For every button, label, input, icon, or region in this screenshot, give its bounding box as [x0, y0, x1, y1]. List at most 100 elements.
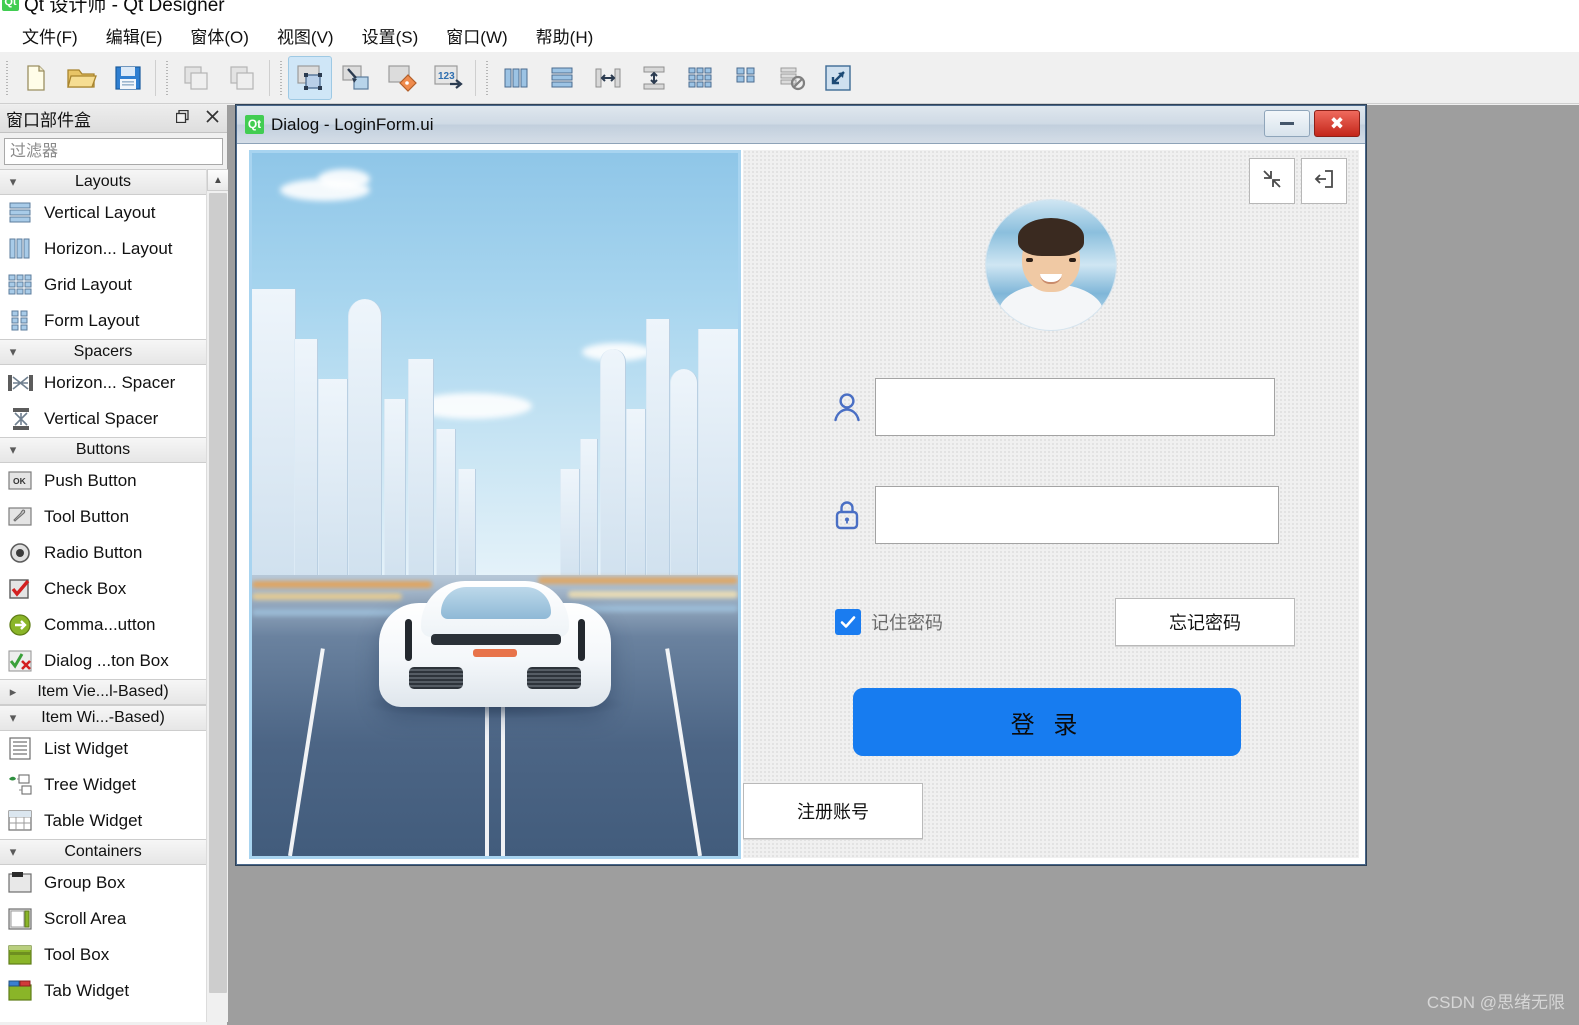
building-shape [252, 288, 296, 589]
layout-vertically-button[interactable] [540, 56, 584, 100]
scrollbar-thumb[interactable] [209, 193, 227, 993]
layout-form-button[interactable] [724, 56, 768, 100]
widget-item-radio-button[interactable]: Radio Button [0, 535, 206, 571]
password-input[interactable] [876, 487, 1278, 543]
menu-settings[interactable]: 设置(S) [348, 20, 433, 51]
minimize-tool-button[interactable] [1249, 158, 1295, 204]
widget-item-label: List Widget [44, 739, 129, 758]
break-layout-button[interactable] [770, 56, 814, 100]
forgot-password-button[interactable]: 忘记密码 [1115, 598, 1295, 646]
menu-form[interactable]: 窗体(O) [176, 20, 263, 51]
tab-widget-icon [6, 978, 36, 1004]
save-icon [113, 63, 143, 93]
dock-float-button[interactable] [171, 108, 193, 130]
edit-buddies-button[interactable] [380, 56, 424, 100]
push-button-icon: OK [6, 468, 36, 494]
widget-item-tab-widget[interactable]: Tab Widget [0, 973, 206, 1009]
widget-item-grid-layout[interactable]: Grid Layout [0, 267, 206, 303]
dock-close-button[interactable] [201, 108, 223, 130]
form-close-button[interactable]: ✖ [1314, 110, 1360, 137]
window-tool-buttons [1249, 158, 1347, 204]
menu-view[interactable]: 视图(V) [263, 20, 348, 51]
menu-edit[interactable]: 编辑(E) [92, 20, 177, 51]
copy-button[interactable] [174, 56, 218, 100]
widget-box-scrollbar[interactable]: ▲ [206, 169, 228, 1022]
widget-category-item-views[interactable]: ▸ Item Vie...l-Based) [0, 679, 206, 705]
scroll-up-arrow-icon[interactable]: ▲ [207, 169, 228, 191]
car-spoiler [431, 634, 561, 646]
widget-filter-box[interactable] [4, 138, 223, 165]
widget-item-check-box[interactable]: Check Box [0, 571, 206, 607]
edit-tab-order-button[interactable]: 123 [426, 56, 470, 100]
layout-grid-button[interactable] [678, 56, 722, 100]
widget-item-label: Table Widget [44, 811, 143, 830]
password-field[interactable] [875, 486, 1279, 544]
widget-item-vertical-layout[interactable]: Vertical Layout [0, 195, 206, 231]
widget-item-tool-box[interactable]: Tool Box [0, 937, 206, 973]
form-minimize-button[interactable] [1264, 110, 1310, 137]
widget-item-tool-button[interactable]: Tool Button [0, 499, 206, 535]
widget-item-group-box[interactable]: Group Box [0, 865, 206, 901]
login-button[interactable]: 登 录 [853, 688, 1241, 756]
qt-logo-icon: Qt [2, 0, 19, 11]
adjust-size-button[interactable] [816, 56, 860, 100]
building-shape [348, 298, 382, 589]
toolbar-grip-4[interactable] [483, 60, 491, 95]
toolbar-grip-2[interactable] [163, 60, 171, 95]
horizontal-layout-icon [6, 236, 36, 262]
car-grille [527, 667, 581, 690]
widget-item-dialog-button-box[interactable]: Dialog ...ton Box [0, 643, 206, 679]
widget-filter-input[interactable] [5, 139, 222, 164]
open-file-button[interactable] [60, 56, 104, 100]
menu-file[interactable]: 文件(F) [8, 20, 92, 51]
toolbar-grip-3[interactable] [277, 60, 285, 95]
widget-category-containers[interactable]: ▾ Containers [0, 839, 206, 865]
widget-category-spacers[interactable]: ▾ Spacers [0, 339, 206, 365]
widget-item-scroll-area[interactable]: Scroll Area [0, 901, 206, 937]
layout-splitter-horizontal-button[interactable] [586, 56, 630, 100]
car-grille [409, 667, 463, 690]
widget-item-label: Dialog ...ton Box [44, 651, 169, 670]
layout-splitter-vertical-button[interactable] [632, 56, 676, 100]
widget-item-horizontal-spacer[interactable]: Horizon... Spacer [0, 365, 206, 401]
widget-category-layouts[interactable]: ▾ Layouts [0, 169, 206, 195]
widget-item-table-widget[interactable]: Table Widget [0, 803, 206, 839]
widget-item-horizontal-layout[interactable]: Horizon... Layout [0, 231, 206, 267]
new-file-button[interactable] [14, 56, 58, 100]
widget-category-item-widgets[interactable]: ▾ Item Wi...-Based) [0, 705, 206, 731]
widget-item-label: Vertical Spacer [44, 409, 159, 428]
widget-item-tree-widget[interactable]: Tree Widget [0, 767, 206, 803]
widget-box-list: ▾ Layouts Vertical Layout Horizon... Lay… [0, 169, 206, 1022]
category-label: Buttons [75, 441, 131, 458]
remember-password-row[interactable]: 记住密码 [835, 609, 943, 635]
collapse-arrows-icon [1261, 168, 1283, 195]
edit-widgets-button[interactable] [288, 55, 332, 100]
widget-item-push-button[interactable]: OK Push Button [0, 463, 206, 499]
widget-item-label: Tree Widget [44, 775, 136, 794]
menu-window[interactable]: 窗口(W) [432, 20, 521, 51]
widget-item-label: Comma...utton [44, 615, 156, 634]
layout-grid-icon [685, 63, 715, 93]
widget-item-vertical-spacer[interactable]: Vertical Spacer [0, 401, 206, 437]
qt-designer-window: Qt Qt 设计师 - Qt Designer 文件(F) 编辑(E) 窗体(O… [0, 0, 1579, 1025]
avatar-eye [1069, 258, 1076, 262]
toolbar-grip[interactable] [3, 60, 11, 95]
remember-password-checkbox[interactable] [835, 609, 861, 635]
username-field[interactable] [875, 378, 1275, 436]
form-layout-icon [6, 308, 36, 334]
edit-signals-slots-button[interactable] [334, 56, 378, 100]
exit-tool-button[interactable] [1301, 158, 1347, 204]
username-input[interactable] [876, 379, 1274, 435]
menu-help[interactable]: 帮助(H) [522, 20, 608, 51]
widget-category-buttons[interactable]: ▾ Buttons [0, 437, 206, 463]
widget-item-form-layout[interactable]: Form Layout [0, 303, 206, 339]
save-button[interactable] [106, 56, 150, 100]
register-button[interactable]: 注册账号 [743, 783, 923, 839]
login-banner-image [249, 150, 741, 859]
widget-item-command-link-button[interactable]: Comma...utton [0, 607, 206, 643]
layout-form-icon [731, 63, 761, 93]
paste-button[interactable] [220, 56, 264, 100]
widget-item-list-widget[interactable]: List Widget [0, 731, 206, 767]
layout-horizontally-button[interactable] [494, 56, 538, 100]
widget-box-dock: 窗口部件盒 ▾ [0, 105, 228, 1025]
